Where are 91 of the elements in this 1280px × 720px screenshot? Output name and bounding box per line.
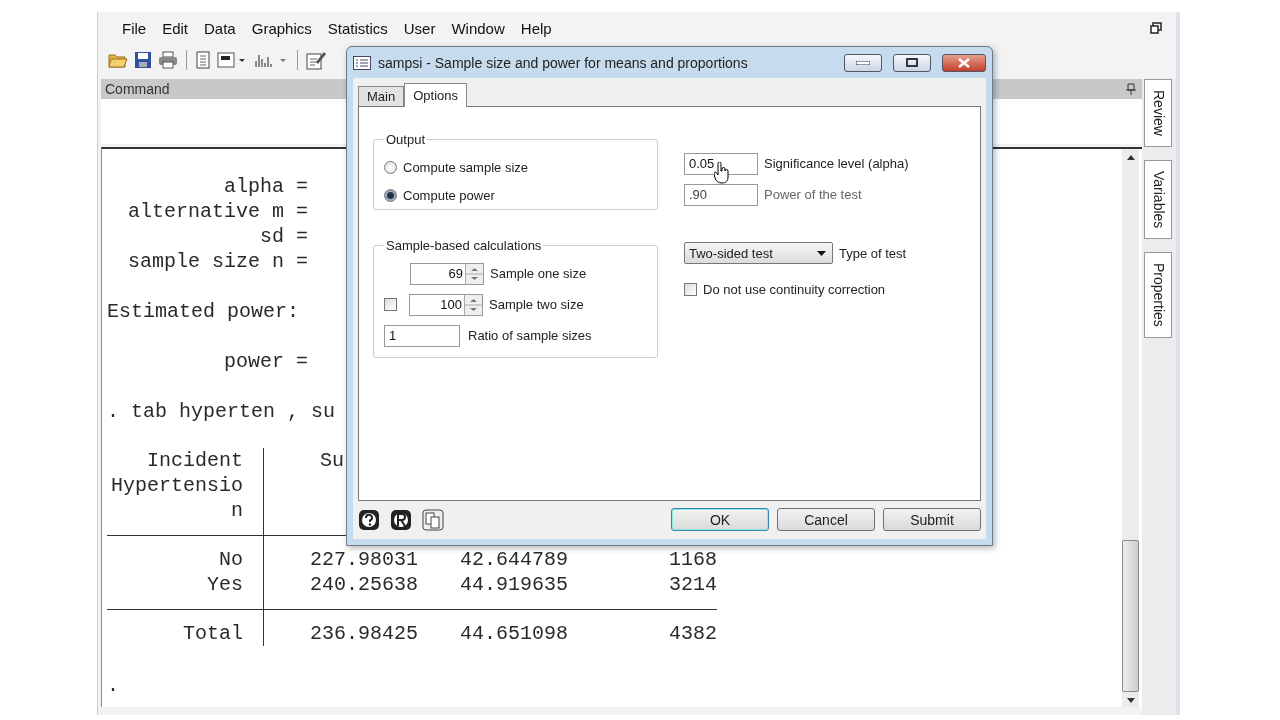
field-label: Sample two size bbox=[489, 297, 584, 312]
pencil-document-icon[interactable] bbox=[306, 50, 326, 70]
caret-icon bbox=[817, 250, 826, 256]
side-tab[interactable]: Variables bbox=[1144, 159, 1172, 240]
viewer-window-icon[interactable] bbox=[217, 51, 247, 69]
table-cell: 1168 bbox=[669, 547, 717, 572]
output-heading: Estimated power: bbox=[107, 299, 300, 324]
menu-item[interactable]: User bbox=[395, 20, 444, 37]
dialog-title: sampsi - Sample size and power for means and proportions bbox=[378, 54, 749, 71]
spin-field[interactable]: 100 bbox=[409, 293, 483, 316]
checkbox[interactable] bbox=[684, 282, 697, 296]
menu-item[interactable]: Edit bbox=[154, 20, 197, 37]
output-line: power = bbox=[223, 349, 308, 374]
question-mark-icon bbox=[358, 508, 380, 531]
menu-item[interactable]: Help bbox=[512, 20, 560, 37]
dialog-button[interactable]: Submit bbox=[883, 508, 981, 531]
radio-label[interactable]: Compute power bbox=[403, 187, 495, 203]
radio-label[interactable]: Compute sample size bbox=[403, 159, 528, 175]
ratio-field[interactable]: 1 bbox=[384, 324, 460, 347]
panel-title: Command bbox=[105, 81, 170, 97]
spin-arrows-icon[interactable] bbox=[465, 263, 483, 284]
spin-arrows-icon[interactable] bbox=[464, 294, 482, 315]
alpha-field[interactable]: 0.05 bbox=[684, 152, 758, 175]
scrollbar[interactable] bbox=[1122, 149, 1139, 707]
table-cell: 240.25638 bbox=[309, 572, 418, 597]
radio-button[interactable] bbox=[384, 188, 397, 202]
dialog-button[interactable]: Cancel bbox=[777, 508, 875, 531]
close-button[interactable] bbox=[942, 53, 986, 72]
minimize-icon bbox=[856, 60, 870, 65]
group-title: Output bbox=[385, 132, 427, 147]
row-header: n bbox=[231, 498, 243, 523]
side-tab[interactable]: Review bbox=[1144, 79, 1172, 147]
output-line: sample size n = bbox=[126, 249, 308, 274]
folder-icon[interactable] bbox=[108, 51, 128, 69]
restore-icon[interactable] bbox=[1150, 22, 1162, 34]
maximize-button[interactable] bbox=[893, 53, 931, 72]
menu-item[interactable]: Statistics bbox=[319, 20, 396, 37]
dialog-tab[interactable]: Main bbox=[358, 86, 405, 106]
hand-cursor-icon bbox=[714, 162, 730, 184]
table-cell: 227.98031 bbox=[309, 547, 418, 572]
test-type-dropdown[interactable]: Two-sided test bbox=[684, 242, 833, 264]
checkbox[interactable] bbox=[384, 298, 397, 311]
row-label: Total bbox=[183, 621, 243, 646]
help-button[interactable] bbox=[358, 508, 382, 531]
dialog-tab[interactable]: Options bbox=[404, 83, 467, 107]
field-label: Significance level (alpha) bbox=[764, 156, 909, 171]
checkbox-label[interactable]: Do not use continuity correction bbox=[703, 281, 886, 297]
menu-item[interactable]: File bbox=[114, 20, 155, 37]
field-label: Ratio of sample sizes bbox=[468, 328, 592, 343]
scrollbar-thumb[interactable] bbox=[1122, 540, 1139, 692]
table-cell: 42.644789 bbox=[459, 547, 568, 572]
menu-item[interactable]: Data bbox=[196, 20, 244, 37]
output-line: alpha = bbox=[223, 174, 308, 199]
notebook-icon[interactable] bbox=[195, 51, 211, 69]
menu-item[interactable]: Graphics bbox=[243, 20, 320, 37]
group-title: Sample-based calculations bbox=[385, 238, 543, 253]
dialog-button[interactable]: OK bbox=[671, 508, 769, 531]
table-cell: 4382 bbox=[669, 621, 717, 646]
copy-icon bbox=[422, 508, 444, 531]
field-label: Type of test bbox=[839, 245, 907, 261]
table-cell: 44.651098 bbox=[459, 621, 568, 646]
row-label: Yes bbox=[207, 572, 243, 597]
command-echo: . tab hyperten , su bbox=[107, 399, 336, 424]
scroll-down-icon[interactable] bbox=[1126, 698, 1135, 703]
table-cell: 3214 bbox=[669, 572, 717, 597]
table-cell: 236.98425 bbox=[309, 621, 418, 646]
side-tab[interactable]: Properties bbox=[1144, 252, 1172, 339]
spin-field[interactable]: 69 bbox=[410, 262, 484, 285]
scroll-up-icon[interactable] bbox=[1126, 155, 1135, 160]
minimize-button[interactable] bbox=[844, 53, 882, 72]
output-line: sd = bbox=[259, 224, 308, 249]
field-label: Sample one size bbox=[490, 266, 587, 281]
field-label: Power of the test bbox=[764, 187, 862, 202]
copy-button[interactable] bbox=[422, 508, 446, 531]
row-header: Hypertensio bbox=[110, 473, 243, 498]
dialog-icon bbox=[353, 55, 371, 70]
radio-button[interactable] bbox=[384, 160, 397, 174]
printer-icon[interactable] bbox=[158, 51, 178, 69]
row-header: Incident bbox=[147, 448, 243, 473]
reset-button[interactable] bbox=[390, 508, 414, 531]
pin-icon[interactable] bbox=[1126, 83, 1136, 95]
menu-item[interactable]: Window bbox=[443, 20, 513, 37]
reset-icon bbox=[390, 508, 412, 531]
save-icon[interactable] bbox=[134, 51, 152, 69]
output-line: alternative m = bbox=[126, 199, 308, 224]
maximize-icon bbox=[906, 58, 918, 67]
command-prompt: . bbox=[107, 673, 119, 698]
close-icon bbox=[958, 57, 970, 68]
row-label: No bbox=[219, 547, 243, 572]
column-header: Su bbox=[320, 449, 344, 472]
table-cell: 44.919635 bbox=[459, 572, 568, 597]
